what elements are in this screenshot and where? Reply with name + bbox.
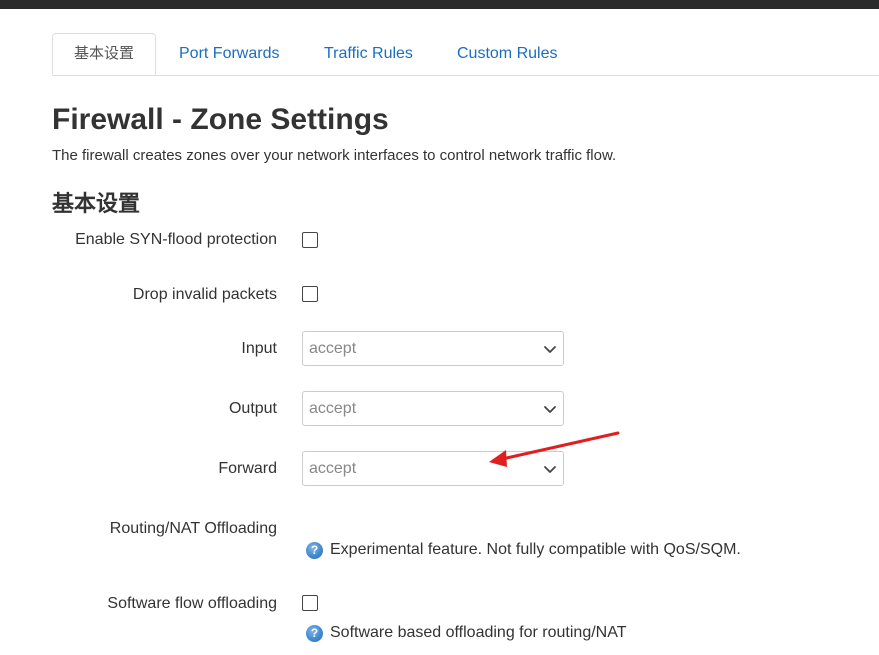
page-title: Firewall - Zone Settings [52, 103, 389, 136]
input-select[interactable]: accept [302, 331, 564, 366]
forward-label: Forward [218, 460, 277, 477]
software-flow-help-text: Software based offloading for routing/NA… [330, 624, 627, 641]
tab-basic-settings[interactable]: 基本设置 [52, 33, 156, 75]
software-flow-label: Software flow offloading [107, 595, 277, 612]
tab-bar: 基本设置 Port Forwards Traffic Rules Custom … [52, 33, 879, 76]
routing-nat-label: Routing/NAT Offloading [109, 520, 277, 537]
page-description: The firewall creates zones over your net… [52, 147, 617, 164]
drop-invalid-checkbox[interactable] [302, 286, 318, 302]
output-select[interactable]: accept [302, 391, 564, 426]
forward-select-value: accept [309, 460, 357, 477]
top-bar [0, 0, 879, 9]
tab-custom-rules[interactable]: Custom Rules [457, 33, 557, 75]
chevron-down-icon [544, 346, 556, 353]
tab-port-forwards[interactable]: Port Forwards [179, 33, 279, 75]
drop-invalid-label: Drop invalid packets [132, 286, 277, 303]
output-select-value: accept [309, 400, 357, 417]
software-flow-help: ? Software based offloading for routing/… [306, 624, 626, 642]
routing-nat-help: ? Experimental feature. Not fully compat… [306, 541, 741, 559]
tab-traffic-rules[interactable]: Traffic Rules [324, 33, 413, 75]
output-label: Output [228, 400, 277, 417]
software-flow-checkbox[interactable] [302, 595, 318, 611]
input-select-value: accept [309, 340, 357, 357]
info-icon: ? [306, 541, 323, 559]
section-title: 基本设置 [52, 191, 141, 216]
forward-select[interactable]: accept [302, 451, 564, 486]
syn-flood-checkbox[interactable] [302, 232, 318, 248]
chevron-down-icon [544, 466, 556, 473]
chevron-down-icon [544, 406, 556, 413]
routing-nat-help-text: Experimental feature. Not fully compatib… [330, 541, 741, 558]
input-label: Input [241, 340, 277, 357]
syn-flood-label: Enable SYN-flood protection [75, 231, 277, 248]
info-icon: ? [306, 624, 323, 642]
